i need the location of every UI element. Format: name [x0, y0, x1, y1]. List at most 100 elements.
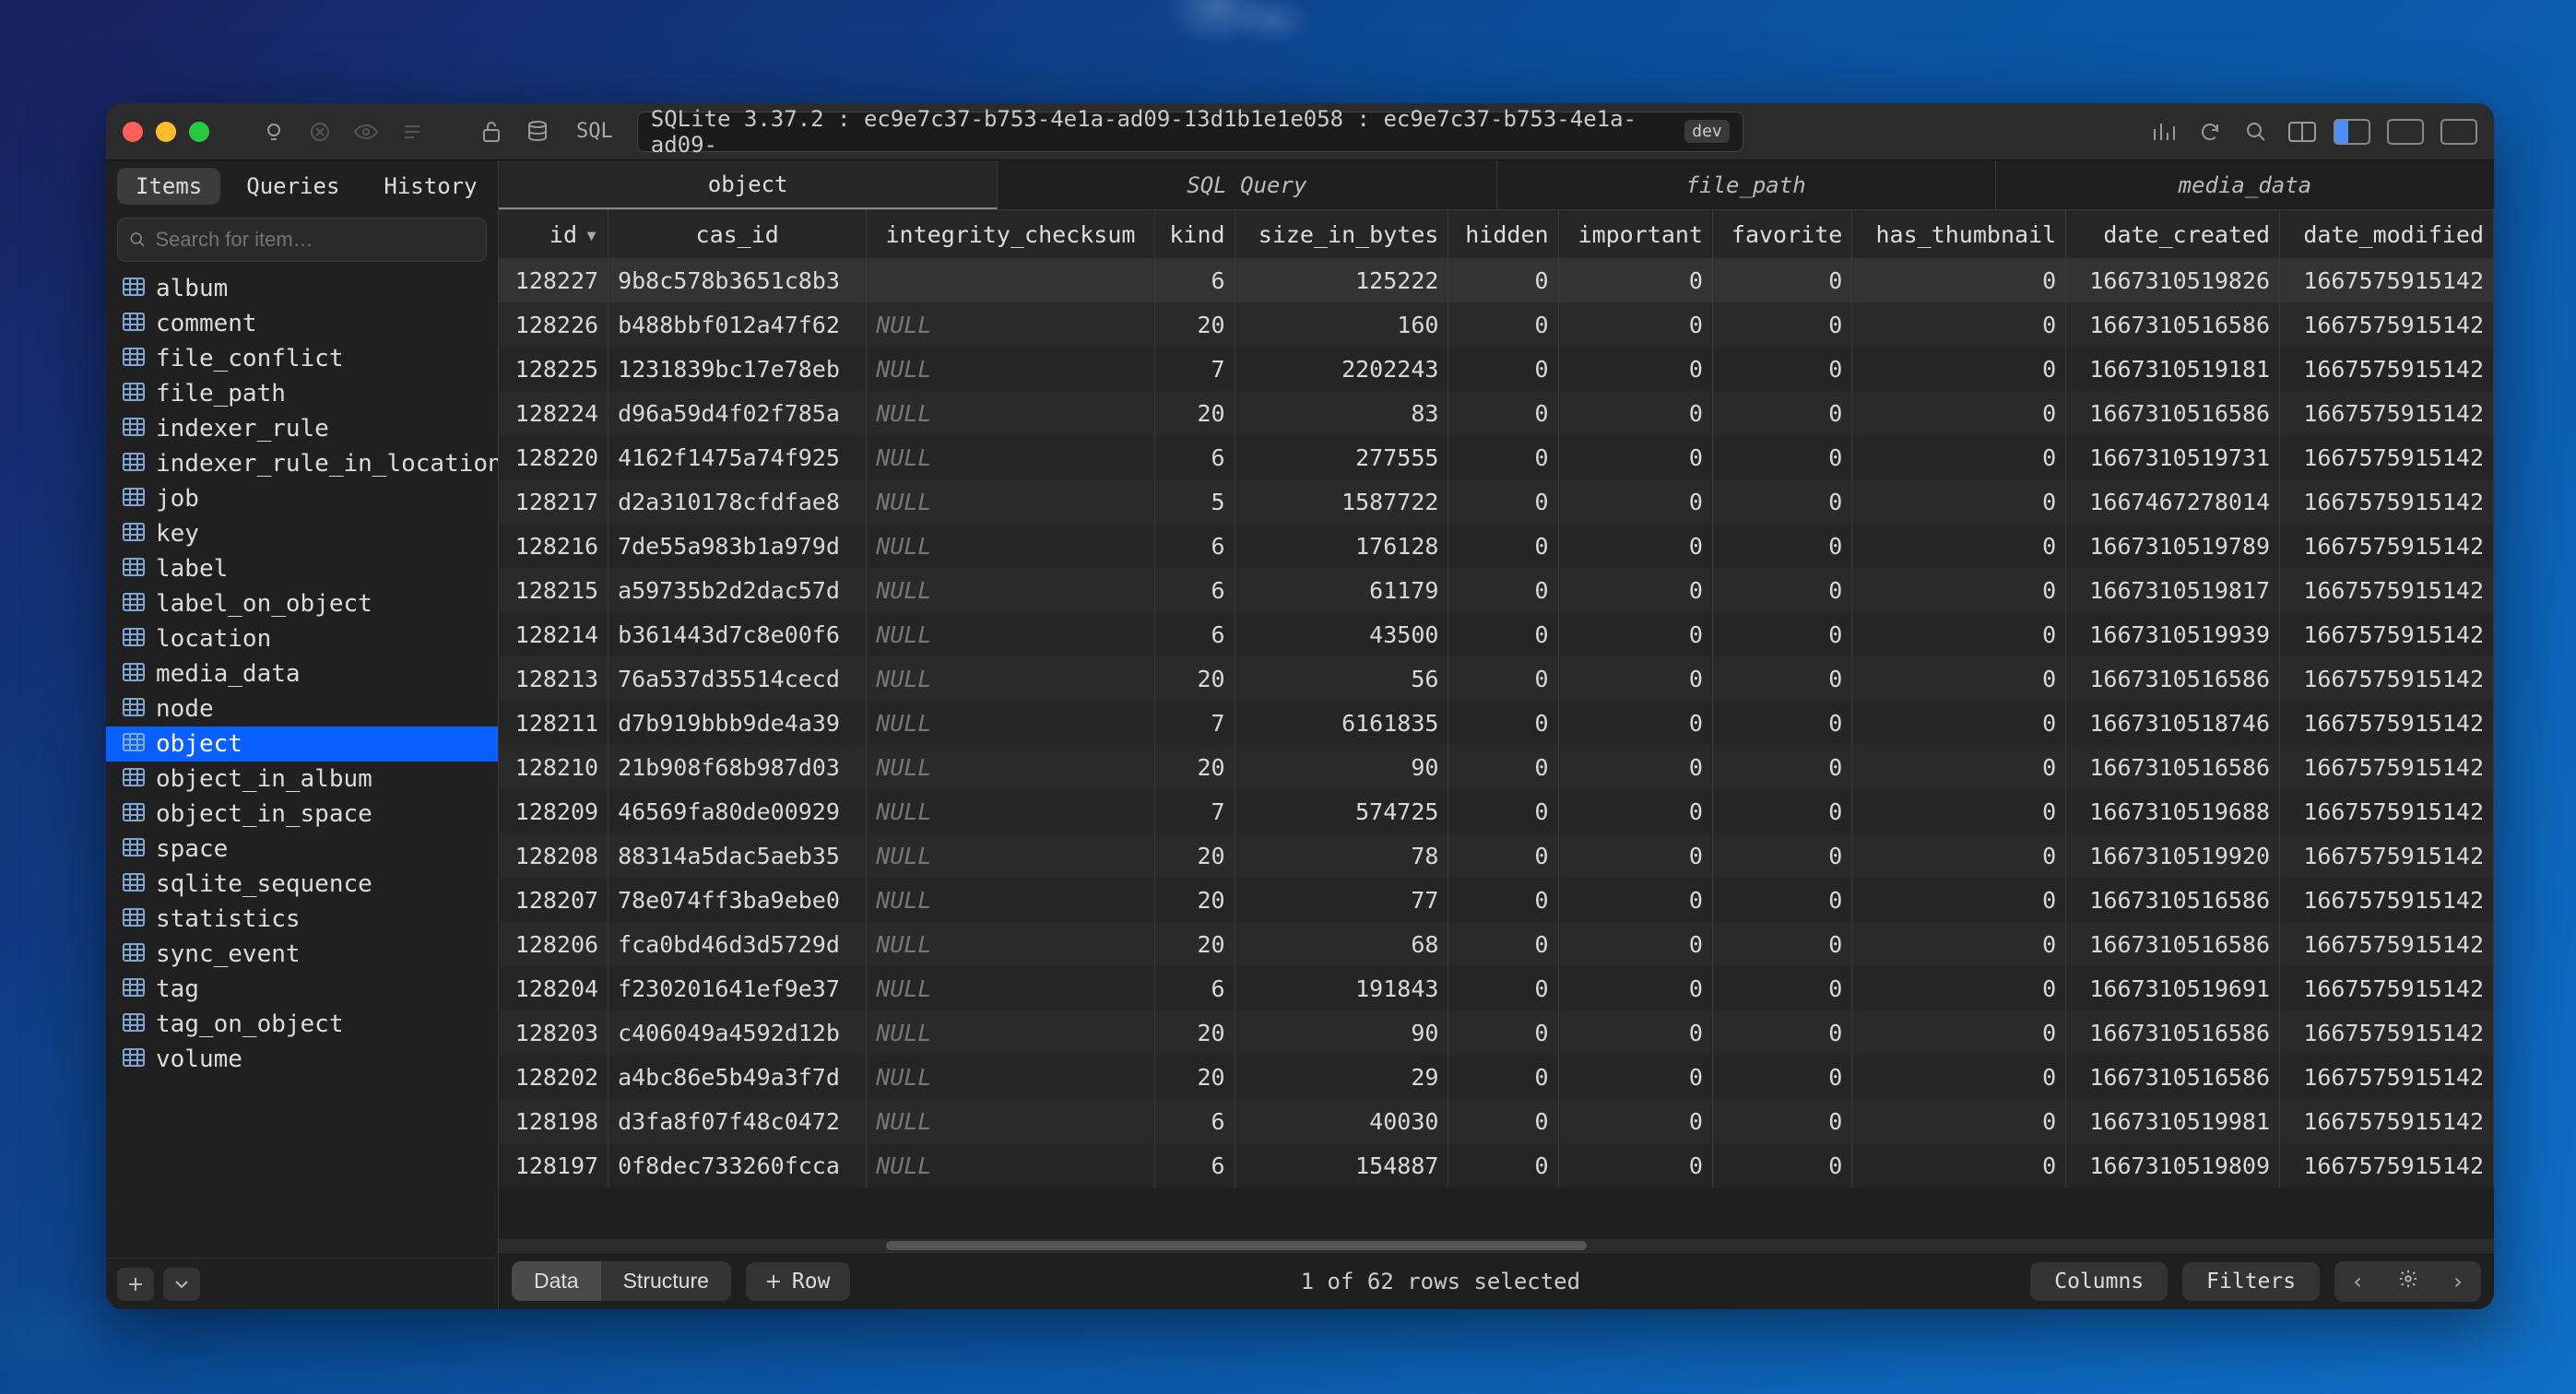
cell-id[interactable]: 128202 — [499, 1055, 609, 1099]
cell-integrity_checksum[interactable]: NULL — [867, 878, 1154, 922]
cell-kind[interactable]: 20 — [1154, 878, 1235, 922]
cell-cas_id[interactable]: 78e074ff3ba9ebe0 — [609, 878, 867, 922]
cell-has_thumbnail[interactable]: 0 — [1852, 1010, 2066, 1055]
table-row[interactable]: 128206fca0bd46d3d5729dNULL20680000166731… — [499, 922, 2494, 966]
cell-date_modified[interactable]: 1667575915142 — [2280, 1099, 2494, 1143]
cell-has_thumbnail[interactable]: 0 — [1852, 568, 2066, 612]
cell-integrity_checksum[interactable]: NULL — [867, 1143, 1154, 1187]
cell-cas_id[interactable]: d2a310178cfdfae8 — [609, 479, 867, 524]
cell-size_in_bytes[interactable]: 6161835 — [1235, 701, 1448, 745]
sidebar-item-statistics[interactable]: statistics — [106, 902, 498, 937]
cell-favorite[interactable]: 0 — [1712, 568, 1851, 612]
cell-kind[interactable]: 7 — [1154, 789, 1235, 833]
column-header-hidden[interactable]: hidden — [1448, 210, 1558, 258]
cell-favorite[interactable]: 0 — [1712, 789, 1851, 833]
cell-hidden[interactable]: 0 — [1448, 258, 1558, 302]
cell-has_thumbnail[interactable]: 0 — [1852, 391, 2066, 435]
cell-important[interactable]: 0 — [1558, 568, 1712, 612]
cell-size_in_bytes[interactable]: 2202243 — [1235, 347, 1448, 391]
cell-cas_id[interactable]: 46569fa80de00929 — [609, 789, 867, 833]
column-header-size_in_bytes[interactable]: size_in_bytes — [1235, 210, 1448, 258]
cell-hidden[interactable]: 0 — [1448, 612, 1558, 656]
cell-cas_id[interactable]: a4bc86e5b49a3f7d — [609, 1055, 867, 1099]
search-icon[interactable] — [2241, 117, 2271, 147]
sidebar-tab-queries[interactable]: Queries — [228, 168, 358, 205]
cell-cas_id[interactable]: b488bbf012a47f62 — [609, 302, 867, 347]
cell-kind[interactable]: 20 — [1154, 745, 1235, 789]
cell-important[interactable]: 0 — [1558, 258, 1712, 302]
cell-date_created[interactable]: 1667310519809 — [2066, 1143, 2280, 1187]
sidebar-item-album[interactable]: album — [106, 271, 498, 306]
cell-favorite[interactable]: 0 — [1712, 391, 1851, 435]
sidebar-search-input[interactable] — [155, 228, 475, 252]
cell-cas_id[interactable]: 7de55a983b1a979d — [609, 524, 867, 568]
cell-has_thumbnail[interactable]: 0 — [1852, 524, 2066, 568]
cell-has_thumbnail[interactable]: 0 — [1852, 435, 2066, 479]
lines-icon[interactable] — [397, 117, 427, 147]
cell-important[interactable]: 0 — [1558, 524, 1712, 568]
sidebar-item-media_data[interactable]: media_data — [106, 656, 498, 691]
cell-integrity_checksum[interactable]: NULL — [867, 391, 1154, 435]
cell-id[interactable]: 128197 — [499, 1143, 609, 1187]
cell-size_in_bytes[interactable]: 1587722 — [1235, 479, 1448, 524]
sidebar-item-job[interactable]: job — [106, 481, 498, 516]
cell-favorite[interactable]: 0 — [1712, 1055, 1851, 1099]
cell-cas_id[interactable]: a59735b2d2dac57d — [609, 568, 867, 612]
cell-has_thumbnail[interactable]: 0 — [1852, 922, 2066, 966]
cell-kind[interactable]: 6 — [1154, 258, 1235, 302]
close-window-button[interactable] — [123, 122, 143, 142]
cell-cas_id[interactable]: d7b919bbb9de4a39 — [609, 701, 867, 745]
cell-integrity_checksum[interactable]: NULL — [867, 745, 1154, 789]
sidebar-item-object_in_space[interactable]: object_in_space — [106, 797, 498, 832]
cell-important[interactable]: 0 — [1558, 612, 1712, 656]
cell-date_created[interactable]: 1667467278014 — [2066, 479, 2280, 524]
cell-date_modified[interactable]: 1667575915142 — [2280, 789, 2494, 833]
cell-date_created[interactable]: 1667310519817 — [2066, 568, 2280, 612]
cell-has_thumbnail[interactable]: 0 — [1852, 479, 2066, 524]
cell-has_thumbnail[interactable]: 0 — [1852, 966, 2066, 1010]
cell-important[interactable]: 0 — [1558, 435, 1712, 479]
cell-integrity_checksum[interactable]: NULL — [867, 1099, 1154, 1143]
cell-favorite[interactable]: 0 — [1712, 435, 1851, 479]
cell-id[interactable]: 128217 — [499, 479, 609, 524]
cell-integrity_checksum[interactable]: NULL — [867, 701, 1154, 745]
cell-kind[interactable]: 6 — [1154, 1143, 1235, 1187]
cell-id[interactable]: 128220 — [499, 435, 609, 479]
lock-icon[interactable] — [477, 117, 506, 147]
table-row[interactable]: 12820778e074ff3ba9ebe0NULL20770000166731… — [499, 878, 2494, 922]
cell-favorite[interactable]: 0 — [1712, 701, 1851, 745]
cell-date_created[interactable]: 1667310519789 — [2066, 524, 2280, 568]
table-row[interactable]: 12820946569fa80de00929NULL75747250000166… — [499, 789, 2494, 833]
cell-integrity_checksum[interactable]: NULL — [867, 347, 1154, 391]
cell-id[interactable]: 128198 — [499, 1099, 609, 1143]
table-row[interactable]: 128203c406049a4592d12bNULL20900000166731… — [499, 1010, 2494, 1055]
cell-kind[interactable]: 20 — [1154, 833, 1235, 878]
sidebar-item-node[interactable]: node — [106, 691, 498, 727]
column-header-has_thumbnail[interactable]: has_thumbnail — [1852, 210, 2066, 258]
cell-kind[interactable]: 6 — [1154, 524, 1235, 568]
cell-important[interactable]: 0 — [1558, 789, 1712, 833]
cell-id[interactable]: 128206 — [499, 922, 609, 966]
settings-gear-icon[interactable] — [2381, 1261, 2435, 1302]
cell-date_modified[interactable]: 1667575915142 — [2280, 1143, 2494, 1187]
cell-hidden[interactable]: 0 — [1448, 479, 1558, 524]
cell-date_modified[interactable]: 1667575915142 — [2280, 524, 2494, 568]
cell-id[interactable]: 128211 — [499, 701, 609, 745]
sidebar-item-comment[interactable]: comment — [106, 306, 498, 341]
cell-hidden[interactable]: 0 — [1448, 1055, 1558, 1099]
table-row[interactable]: 12820888314a5dac5aeb35NULL20780000166731… — [499, 833, 2494, 878]
cell-hidden[interactable]: 0 — [1448, 789, 1558, 833]
table-row[interactable]: 1282251231839bc17e78ebNULL72202243000016… — [499, 347, 2494, 391]
sidebar-item-sqlite_sequence[interactable]: sqlite_sequence — [106, 867, 498, 902]
cell-hidden[interactable]: 0 — [1448, 656, 1558, 701]
column-header-date_modified[interactable]: date_modified — [2280, 210, 2494, 258]
sidebar-item-indexer_rule[interactable]: indexer_rule — [106, 411, 498, 446]
cell-favorite[interactable]: 0 — [1712, 302, 1851, 347]
cell-hidden[interactable]: 0 — [1448, 878, 1558, 922]
cell-favorite[interactable]: 0 — [1712, 1143, 1851, 1187]
cell-favorite[interactable]: 0 — [1712, 1099, 1851, 1143]
cell-date_created[interactable]: 1667310519981 — [2066, 1099, 2280, 1143]
cell-hidden[interactable]: 0 — [1448, 347, 1558, 391]
cell-important[interactable]: 0 — [1558, 833, 1712, 878]
table-row[interactable]: 1282279b8c578b3651c8b3612522200001667310… — [499, 258, 2494, 302]
